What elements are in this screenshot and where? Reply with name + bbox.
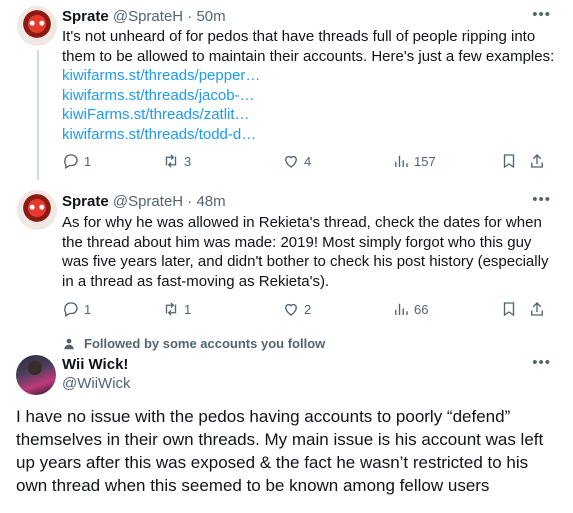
more-icon[interactable]: ••• [532, 191, 551, 208]
author-name[interactable]: Sprate [62, 193, 109, 210]
link-3[interactable]: kiwiFarms.st/threads/zatlit… [62, 105, 562, 125]
repost-button[interactable]: 1 [162, 299, 191, 319]
author-name[interactable]: Sprate [62, 8, 109, 25]
link-1[interactable]: kiwifarms.st/threads/pepper… [62, 66, 562, 86]
author-name[interactable]: Wii Wick! [62, 355, 128, 375]
action-bar: 1 1 2 66 [62, 299, 552, 319]
share-button[interactable] [528, 151, 546, 171]
reply-button[interactable]: 1 [62, 299, 91, 319]
tweet-text: As for why he was allowed in Rekieta's t… [62, 214, 549, 290]
link-2[interactable]: kiwifarms.st/threads/jacob-… [62, 86, 562, 106]
bookmark-button[interactable] [500, 299, 518, 319]
reply-icon [64, 154, 78, 169]
timestamp[interactable]: · 48m [187, 193, 225, 210]
bookmark-icon [503, 302, 515, 317]
reply-count: 1 [84, 153, 92, 169]
person-icon [64, 338, 74, 349]
views-button[interactable]: 157 [392, 151, 436, 171]
author-handle[interactable]: @SprateH [113, 8, 183, 25]
views-icon [395, 303, 408, 315]
tweet-header: Sprate @SprateH · 50m [62, 7, 226, 27]
like-button[interactable]: 4 [282, 151, 311, 171]
heart-icon [285, 155, 297, 168]
like-count: 4 [304, 153, 312, 169]
view-count: 66 [414, 301, 429, 317]
tweet-header: Sprate @SprateH · 48m [62, 192, 226, 212]
tweet-text: I have no issue with the pedos having ac… [16, 407, 544, 495]
repost-count: 1 [184, 301, 192, 317]
reply-icon [64, 302, 78, 317]
heart-icon [285, 303, 297, 316]
share-icon [531, 154, 543, 168]
author-handle[interactable]: @SprateH [113, 193, 183, 210]
link-4[interactable]: kiwifarms.st/threads/todd-d… [62, 125, 562, 145]
avatar[interactable] [17, 6, 57, 46]
bookmark-icon [503, 154, 515, 169]
views-button[interactable]: 66 [392, 299, 428, 319]
tweet-body: It's not unheard of for pedos that have … [62, 28, 555, 65]
repost-button[interactable]: 3 [162, 151, 191, 171]
repost-count: 3 [184, 153, 192, 169]
repost-icon [165, 154, 177, 168]
share-icon [531, 302, 543, 316]
more-icon[interactable]: ••• [532, 6, 551, 23]
reply-count: 1 [84, 301, 92, 317]
social-context-text: Followed by some accounts you follow [84, 336, 326, 351]
tweet-text: It's not unheard of for pedos that have … [62, 27, 562, 144]
more-icon[interactable]: ••• [532, 354, 551, 371]
repost-icon [165, 302, 177, 316]
views-icon [395, 155, 408, 167]
avatar[interactable] [16, 355, 56, 395]
bookmark-button[interactable] [500, 151, 518, 171]
action-bar: 1 3 4 157 [62, 151, 552, 171]
timestamp[interactable]: · 50m [187, 8, 225, 25]
author-handle[interactable]: @WiiWick [62, 374, 131, 394]
like-count: 2 [304, 301, 312, 317]
share-button[interactable] [528, 299, 546, 319]
thread-connector [37, 50, 39, 180]
like-button[interactable]: 2 [282, 299, 311, 319]
reply-button[interactable]: 1 [62, 151, 91, 171]
view-count: 157 [414, 153, 436, 169]
social-context: Followed by some accounts you follow [62, 336, 325, 351]
avatar[interactable] [17, 190, 57, 230]
